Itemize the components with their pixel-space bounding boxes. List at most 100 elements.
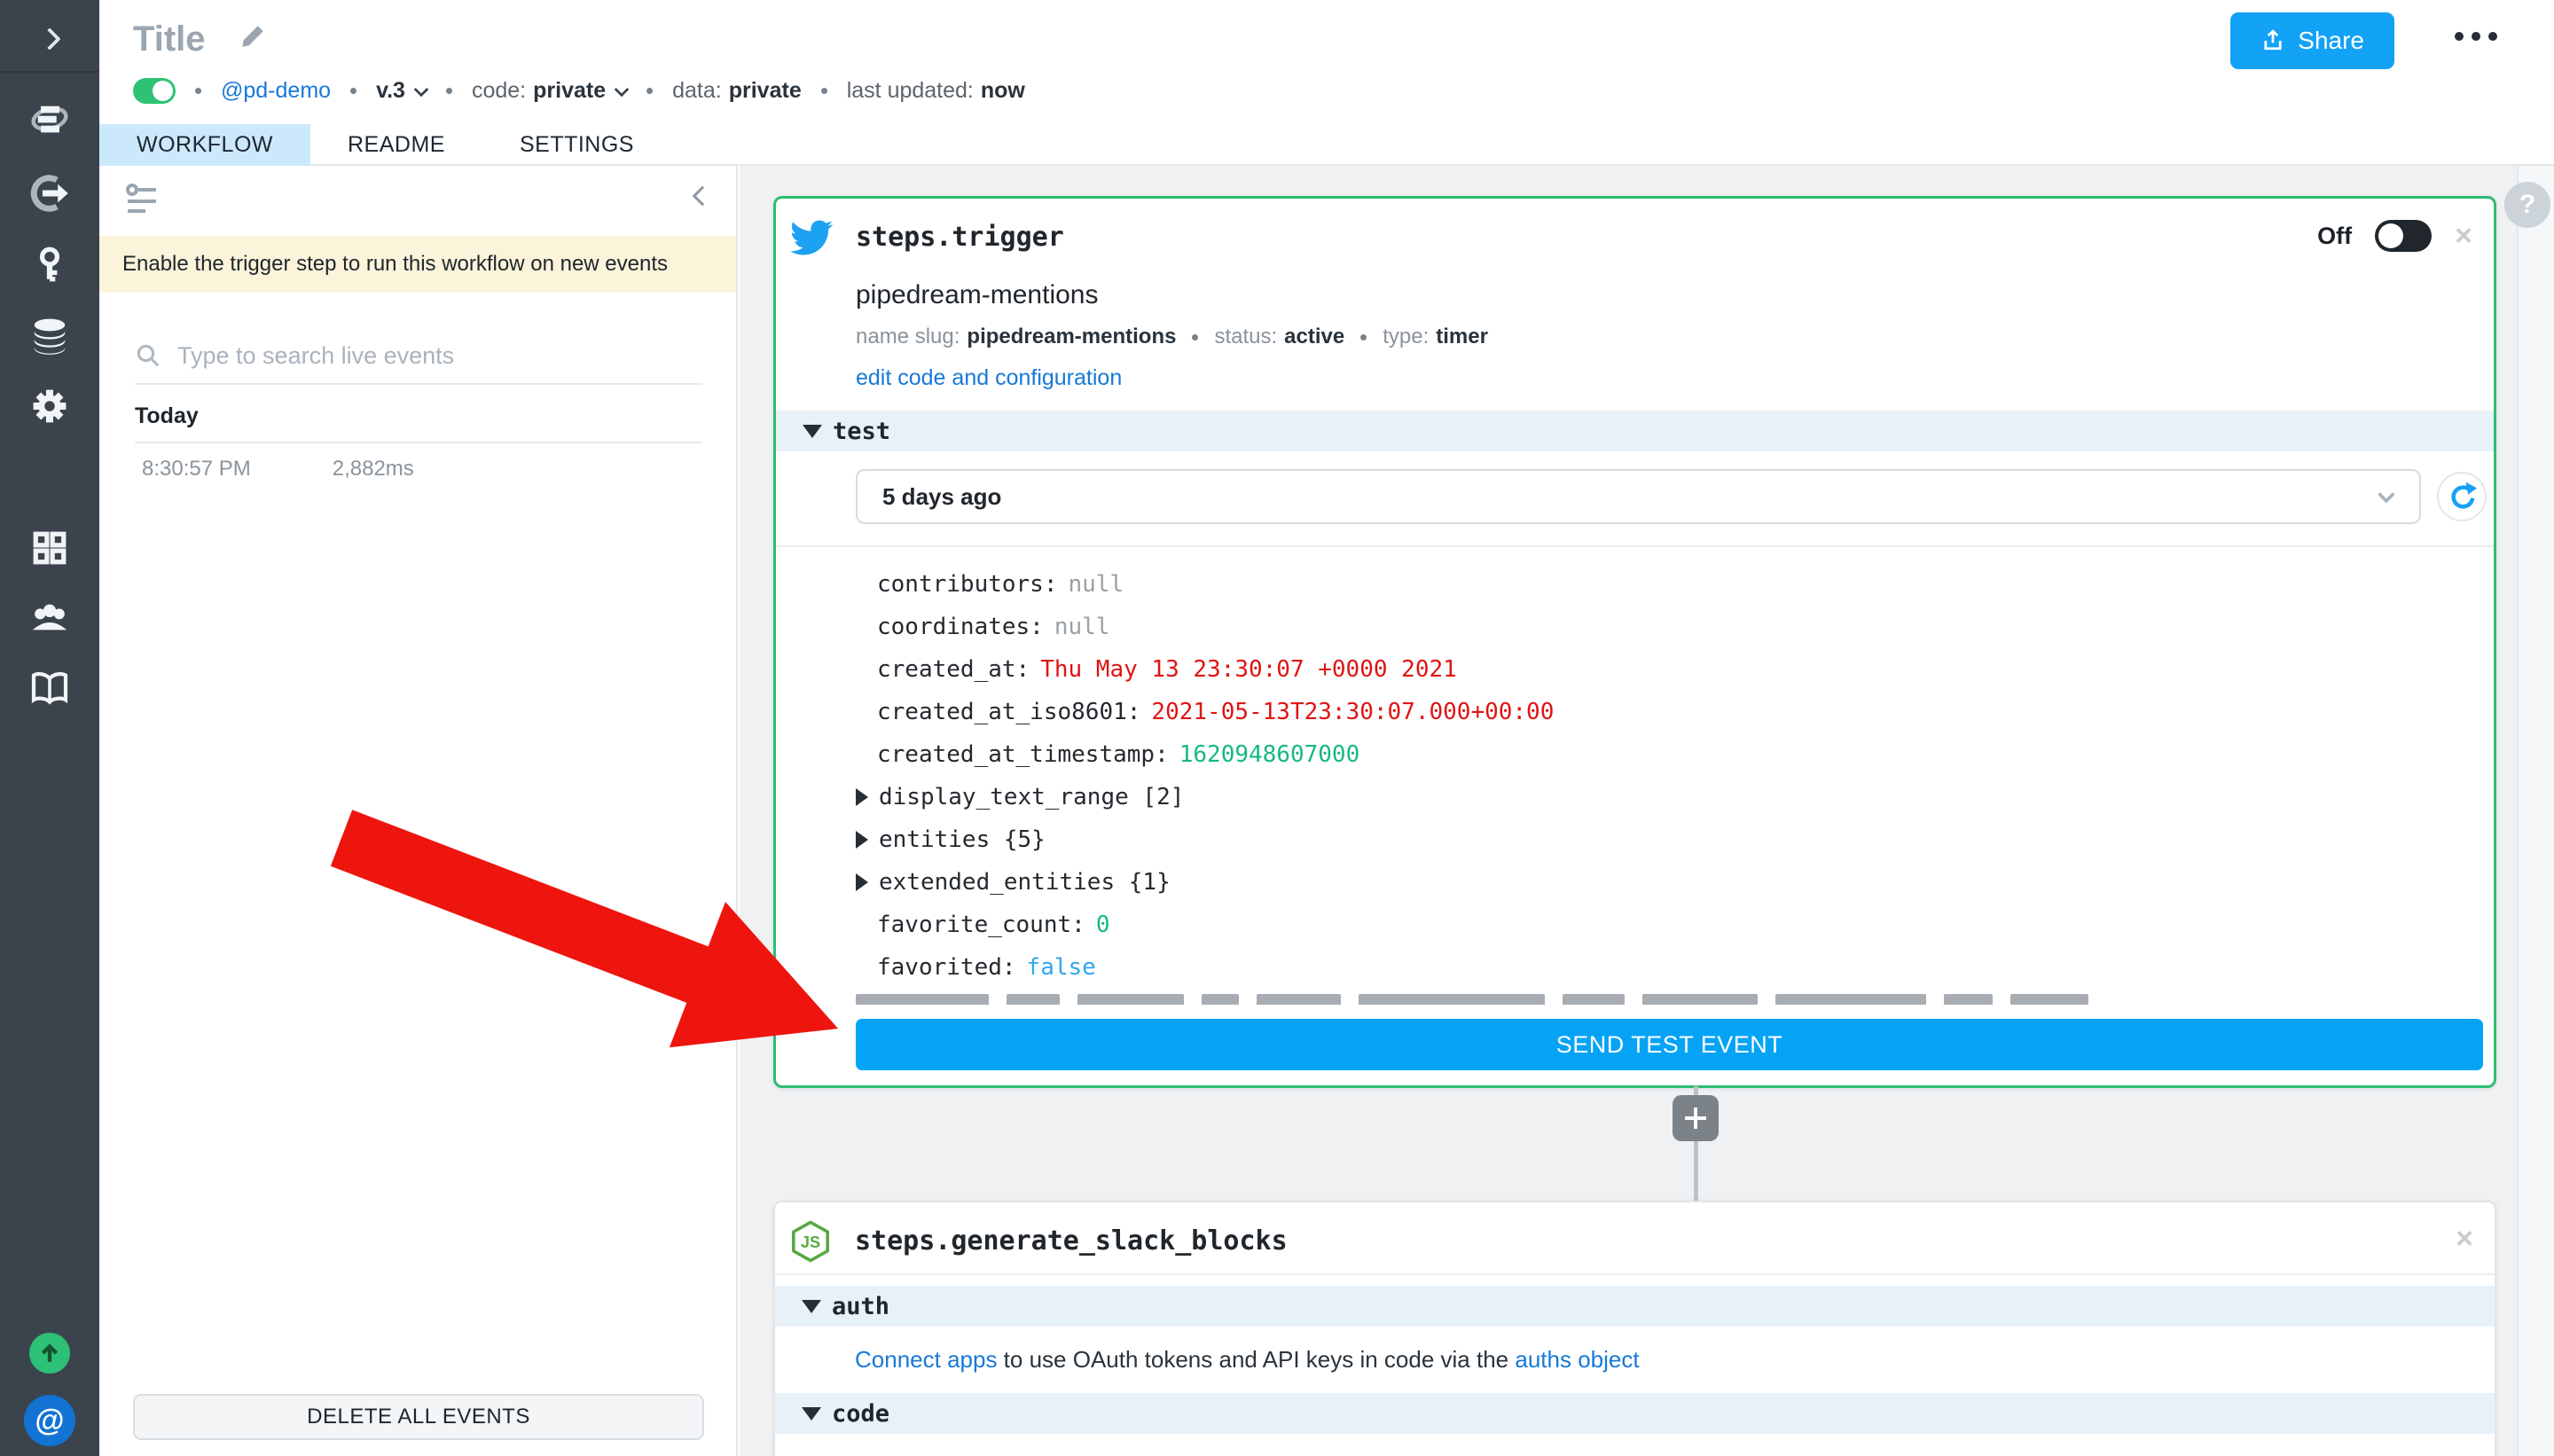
- expand-icon[interactable]: [856, 831, 868, 849]
- test-section-header[interactable]: test: [776, 411, 2494, 451]
- key-icon: [39, 247, 60, 282]
- book-icon: [31, 672, 68, 705]
- event-duration: 2,882ms: [332, 457, 414, 481]
- close-step-icon[interactable]: ×: [2455, 221, 2472, 251]
- test-event-result: contributors: null coordinates: null creat…: [776, 547, 2494, 1005]
- database-icon: [34, 318, 66, 355]
- delete-all-events-button[interactable]: DELETE ALL EVENTS: [133, 1394, 704, 1440]
- result-row: contributors: null: [877, 571, 1124, 598]
- tab-readme[interactable]: README: [310, 124, 482, 166]
- sidebar-item-support[interactable]: @: [0, 1395, 99, 1446]
- sidebar-item-docs[interactable]: [0, 663, 99, 713]
- filter-list-icon[interactable]: [124, 182, 160, 222]
- apps-grid-icon: [33, 531, 67, 565]
- code-description: Write any Node.js code and use any npm p…: [775, 1434, 2495, 1456]
- live-events-panel: Enable the trigger step to run this work…: [99, 166, 738, 1456]
- sidebar-item-deploy[interactable]: [0, 1328, 99, 1378]
- collapse-panel-icon[interactable]: [692, 185, 713, 207]
- more-options-button[interactable]: [2455, 32, 2497, 41]
- last-updated: last updated: now: [846, 78, 1025, 103]
- sidebar-item-community[interactable]: [0, 592, 99, 642]
- code-card-header: JS steps.generate_slack_blocks ×: [775, 1202, 2495, 1275]
- event-list-item[interactable]: 8:30:57 PM 2,882ms: [142, 457, 674, 481]
- pipelines-icon: [31, 106, 68, 133]
- send-test-event-button[interactable]: SEND TEST EVENT: [856, 1019, 2483, 1070]
- sidebar-item-settings[interactable]: [0, 381, 99, 431]
- code-section-header[interactable]: code: [775, 1393, 2495, 1434]
- expand-sidebar-icon[interactable]: [0, 14, 99, 64]
- data-visibility: data: private: [672, 78, 802, 103]
- auth-section-header[interactable]: auth: [775, 1286, 2495, 1327]
- connect-apps-link[interactable]: Connect apps: [855, 1346, 997, 1373]
- main-area: Title @pd-demo v.3 code: private data: pri…: [99, 0, 2554, 1456]
- edit-code-link[interactable]: edit code and configuration: [856, 365, 1122, 391]
- expand-icon[interactable]: [856, 873, 868, 891]
- sidebar-item-keys[interactable]: [0, 239, 99, 289]
- trigger-meta-row: name slug: pipedream-mentions status: acti…: [856, 325, 1488, 348]
- event-group-label: Today: [135, 403, 702, 443]
- chevron-down-icon: [413, 82, 429, 97]
- tab-workflow[interactable]: WORKFLOW: [99, 124, 310, 166]
- edit-title-icon[interactable]: [239, 23, 266, 54]
- at-sign-icon: @: [24, 1395, 75, 1446]
- trigger-step-name: steps.trigger: [856, 222, 1064, 253]
- tab-settings[interactable]: SETTINGS: [482, 124, 671, 166]
- dot-separator: [1192, 333, 1199, 341]
- dot-separator: [646, 88, 654, 94]
- expand-icon[interactable]: [856, 788, 868, 806]
- toggle-knob: [153, 81, 173, 101]
- add-step-button[interactable]: [1673, 1095, 1719, 1141]
- auth-description: Connect apps to use OAuth tokens and API…: [855, 1346, 1640, 1373]
- search-icon: [137, 344, 160, 367]
- workflow-meta-row: @pd-demo v.3 code: private data: private l…: [133, 78, 1025, 104]
- result-row-expandable[interactable]: entities {5}: [856, 818, 2494, 861]
- help-button[interactable]: ?: [2504, 182, 2550, 228]
- dot-separator: [445, 88, 452, 94]
- workflow-header: Title @pd-demo v.3 code: private data: pri…: [99, 0, 2554, 124]
- sidebar-item-apps[interactable]: [0, 523, 99, 573]
- auths-object-link[interactable]: auths object: [1515, 1346, 1639, 1373]
- code-visibility-select[interactable]: code: private: [472, 78, 630, 104]
- account-link[interactable]: @pd-demo: [221, 78, 331, 104]
- share-icon: [2264, 29, 2282, 51]
- collapse-triangle-icon: [802, 1299, 821, 1313]
- toggle-knob: [2378, 223, 2404, 248]
- sidebar-divider: [0, 71, 99, 73]
- test-event-select[interactable]: 5 days ago: [856, 469, 2421, 524]
- search-live-events-input[interactable]: [177, 341, 702, 370]
- dot-separator: [350, 88, 357, 94]
- close-step-icon[interactable]: ×: [2456, 1224, 2473, 1254]
- deploy-toggle[interactable]: [133, 78, 176, 104]
- event-time: 8:30:57 PM: [142, 457, 251, 481]
- sidebar-item-sql[interactable]: [0, 310, 99, 360]
- trigger-app-name: pipedream-mentions: [856, 280, 1099, 309]
- version-select[interactable]: v.3: [376, 78, 429, 104]
- refresh-icon: [2451, 481, 2478, 509]
- svg-text:JS: JS: [801, 1233, 820, 1251]
- result-row: created_at_iso8601: 2021-05-13T23:30:07.0…: [877, 699, 1555, 725]
- result-row-expandable[interactable]: display_text_range [2]: [856, 776, 2494, 818]
- gear-icon: [33, 389, 67, 423]
- trigger-details: pipedream-mentions name slug: pipedream-m…: [776, 280, 2494, 411]
- scroll-gutter[interactable]: [2517, 166, 2554, 1456]
- sidebar-item-pipelines[interactable]: [0, 94, 99, 144]
- app-sidebar: @: [0, 0, 99, 1456]
- trigger-on-off-toggle[interactable]: [2375, 220, 2433, 252]
- refresh-events-button[interactable]: [2437, 472, 2487, 521]
- trigger-toggle-label: Off: [2317, 222, 2353, 249]
- dot-separator: [1360, 333, 1367, 341]
- nodejs-icon: JS: [789, 1220, 832, 1267]
- workflow-canvas: ? steps.trigger Off × pipedream-mentions…: [740, 166, 2554, 1456]
- clipped-result-row: [856, 989, 2494, 1005]
- sidebar-item-event-sources[interactable]: [0, 168, 99, 218]
- share-button[interactable]: Share: [2230, 12, 2394, 69]
- events-panel-header: [99, 166, 736, 236]
- event-search: [135, 328, 702, 385]
- event-sources-icon: [30, 175, 68, 212]
- workflow-content: Enable the trigger step to run this work…: [99, 166, 2554, 1456]
- result-row-expandable[interactable]: extended_entities {1}: [856, 861, 2494, 904]
- trigger-step-card: steps.trigger Off × pipedream-mentions n…: [773, 196, 2496, 1088]
- result-row: created_at_timestamp: 1620948607000: [877, 741, 1360, 768]
- trigger-notice-banner: Enable the trigger step to run this work…: [99, 236, 736, 293]
- code-step-name: steps.generate_slack_blocks: [855, 1225, 1288, 1256]
